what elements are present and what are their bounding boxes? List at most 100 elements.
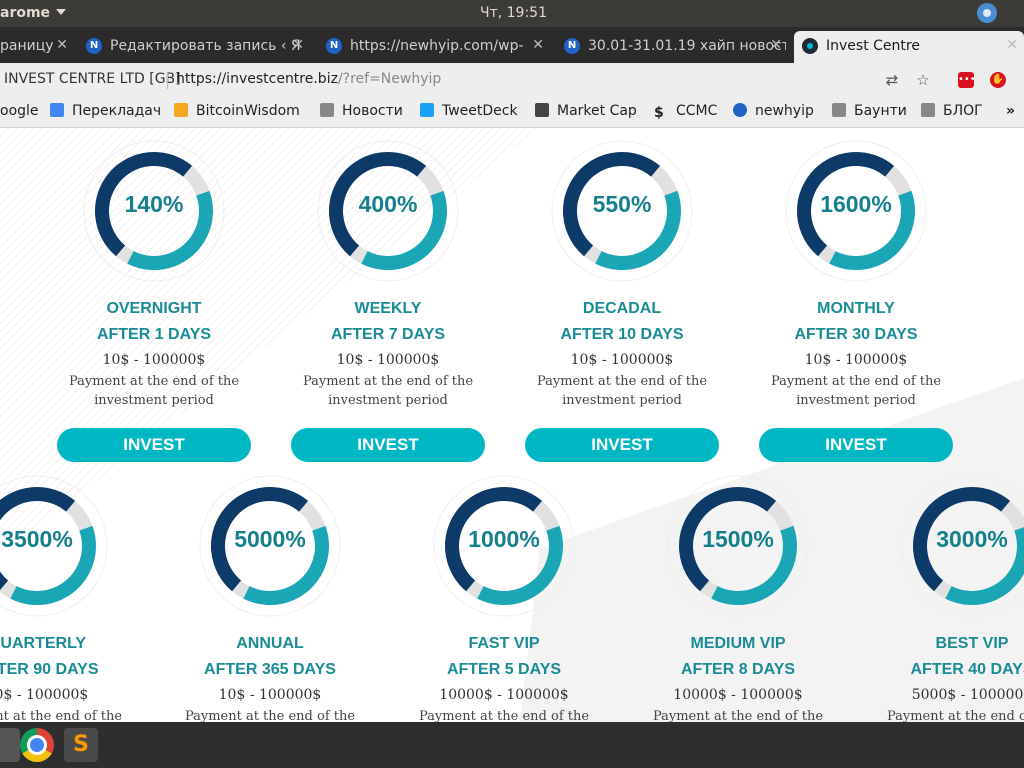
plan-range: 10$ - 100000$ bbox=[804, 352, 908, 368]
plan-range: 10$ - 100000$ bbox=[336, 352, 440, 368]
bookmark-marketcap[interactable]: Market Cap bbox=[535, 103, 637, 119]
plan-name: OVERNIGHT bbox=[106, 300, 202, 317]
telegram-tray-icon[interactable] bbox=[977, 3, 997, 23]
plan-name: QUARTERLY bbox=[0, 635, 87, 652]
newhyip-icon bbox=[733, 103, 747, 117]
plan-range: 10$ - 100000$ bbox=[102, 352, 206, 368]
percent-ring: 1000% bbox=[429, 471, 579, 621]
percent-ring: 3000% bbox=[897, 471, 1024, 621]
plan-duration: AFTER 10 DAYS bbox=[560, 326, 684, 343]
bookmark-google[interactable]: oogle bbox=[0, 103, 39, 119]
plan-name: MEDIUM VIP bbox=[690, 635, 786, 652]
plans-section: 140% OVERNIGHT AFTER 1 DAYS 10$ - 100000… bbox=[0, 128, 1024, 722]
percent-ring: 5000% bbox=[195, 471, 345, 621]
chrome-launcher-icon[interactable] bbox=[20, 728, 54, 762]
plan-percent: 1000% bbox=[468, 526, 540, 552]
tab-invest-centre[interactable]: Invest Centre ✕ bbox=[794, 31, 1024, 63]
bookmark-tweetdeck[interactable]: TweetDeck bbox=[420, 103, 518, 119]
invest-button[interactable]: INVEST bbox=[525, 428, 719, 462]
plan-range: 10$ - 100000$ bbox=[570, 352, 674, 368]
folder-icon bbox=[832, 103, 846, 117]
shield-extension-icon[interactable]: ✋ bbox=[990, 72, 1006, 88]
bookmark-blog[interactable]: БЛОГ bbox=[921, 103, 983, 119]
extension-icon[interactable]: ••• bbox=[958, 72, 976, 88]
files-launcher-icon[interactable] bbox=[0, 728, 20, 762]
bookmark-ccmc[interactable]: $ CCMC bbox=[654, 103, 717, 121]
plan-name: FAST VIP bbox=[468, 635, 540, 652]
percent-ring: 400% bbox=[313, 136, 463, 286]
close-icon[interactable]: ✕ bbox=[532, 37, 544, 53]
bookmark-bounty[interactable]: Баунти bbox=[832, 103, 907, 119]
bookmark-news[interactable]: Новости bbox=[320, 103, 403, 119]
plan-note: Payment at the end of the investment per… bbox=[652, 709, 824, 722]
tab-1[interactable]: раницу ✕ bbox=[0, 31, 72, 63]
plan-card: 140% OVERNIGHT AFTER 1 DAYS 10$ - 100000… bbox=[37, 136, 271, 462]
plan-card: 1600% MONTHLY AFTER 30 DAYS 10$ - 100000… bbox=[739, 136, 973, 462]
percent-ring: 3500% bbox=[0, 471, 112, 621]
plan-name: MONTHLY bbox=[817, 300, 895, 317]
folder-icon bbox=[320, 103, 334, 117]
chart-icon bbox=[174, 103, 188, 117]
plan-note: Payment at the end of the investment per… bbox=[302, 374, 474, 408]
plan-note: Payment at the end of the investment per… bbox=[770, 374, 942, 408]
percent-ring: 1500% bbox=[663, 471, 813, 621]
tab-4[interactable]: N 30.01-31.01.19 хайп новост ✕ bbox=[564, 31, 786, 63]
divider bbox=[167, 72, 168, 89]
plan-note: Payment at the end of the investment per… bbox=[418, 709, 590, 722]
chevron-down-icon bbox=[56, 9, 67, 15]
site-identity[interactable]: INVEST CENTRE LTD [GB] bbox=[4, 71, 181, 87]
url-field[interactable]: https://investcentre.biz/?ref=Newhyip bbox=[176, 71, 441, 87]
plan-duration: AFTER 8 DAYS bbox=[680, 661, 796, 678]
plan-percent: 550% bbox=[592, 191, 652, 217]
app-menu[interactable]: arome bbox=[0, 5, 67, 21]
invest-button[interactable]: INVEST bbox=[291, 428, 485, 462]
plan-note: Payment at the end of the investment per… bbox=[0, 709, 123, 722]
plan-name: ANNUAL bbox=[236, 635, 304, 652]
tab-2[interactable]: N Редактировать запись ‹ Я ✕ bbox=[86, 31, 308, 63]
clock[interactable]: Чт, 19:51 bbox=[480, 5, 547, 21]
plan-card: 5000% ANNUAL AFTER 365 DAYS 10$ - 100000… bbox=[153, 471, 387, 722]
newhyip-favicon-icon: N bbox=[86, 38, 102, 54]
invest-centre-favicon-icon bbox=[802, 38, 818, 54]
plan-duration: AFTER 1 DAYS bbox=[96, 326, 212, 343]
percent-ring: 550% bbox=[547, 136, 697, 286]
plan-name: DECADAL bbox=[582, 300, 662, 317]
invest-button[interactable]: INVEST bbox=[57, 428, 251, 462]
plan-percent: 1500% bbox=[702, 526, 774, 552]
bookmark-newhyip[interactable]: newhyip bbox=[733, 103, 814, 119]
plan-percent: 400% bbox=[358, 191, 418, 217]
plan-duration: AFTER 7 DAYS bbox=[330, 326, 446, 343]
plan-percent: 3000% bbox=[936, 526, 1008, 552]
plan-percent: 5000% bbox=[234, 526, 306, 552]
bookmark-translator[interactable]: Перекладач bbox=[50, 103, 161, 119]
close-icon[interactable]: ✕ bbox=[770, 37, 782, 53]
close-icon[interactable]: ✕ bbox=[1006, 37, 1018, 53]
translate-icon[interactable]: ⇄ bbox=[884, 72, 900, 88]
sublime-launcher-icon[interactable] bbox=[64, 728, 98, 762]
marketcap-icon bbox=[535, 103, 549, 117]
plan-duration: AFTER 365 DAYS bbox=[204, 661, 336, 678]
close-icon[interactable]: ✕ bbox=[56, 37, 68, 53]
percent-ring: 1600% bbox=[781, 136, 931, 286]
plan-duration: AFTER 5 DAYS bbox=[446, 661, 562, 678]
plan-range: 10000$ - 100000$ bbox=[439, 687, 569, 703]
bookmarks-overflow-button[interactable]: » bbox=[1006, 103, 1015, 119]
plan-card: 550% DECADAL AFTER 10 DAYS 10$ - 100000$… bbox=[505, 136, 739, 462]
plan-card: 3500% QUARTERLY AFTER 90 DAYS 10$ - 1000… bbox=[0, 471, 154, 722]
invest-button[interactable]: INVEST bbox=[759, 428, 953, 462]
plan-note: Payment at the end of the investment per… bbox=[886, 709, 1024, 722]
plan-duration: AFTER 90 DAYS bbox=[0, 661, 99, 678]
star-icon[interactable]: ☆ bbox=[915, 72, 931, 88]
plan-name: WEEKLY bbox=[354, 300, 422, 317]
plan-percent: 1600% bbox=[820, 191, 892, 217]
tweetdeck-icon bbox=[420, 103, 434, 117]
newhyip-favicon-icon: N bbox=[564, 38, 580, 54]
bookmark-bitcoinwisdom[interactable]: BitcoinWisdom bbox=[174, 103, 300, 119]
plan-note: Payment at the end of the investment per… bbox=[68, 374, 240, 408]
plan-percent: 140% bbox=[124, 191, 184, 217]
close-icon[interactable]: ✕ bbox=[292, 37, 304, 53]
tab-3[interactable]: N https://newhyip.com/wp- ✕ bbox=[326, 31, 548, 63]
plan-note: Payment at the end of the investment per… bbox=[184, 709, 356, 722]
plan-card: 1000% FAST VIP AFTER 5 DAYS 10000$ - 100… bbox=[387, 471, 621, 722]
translate-icon bbox=[50, 103, 64, 117]
